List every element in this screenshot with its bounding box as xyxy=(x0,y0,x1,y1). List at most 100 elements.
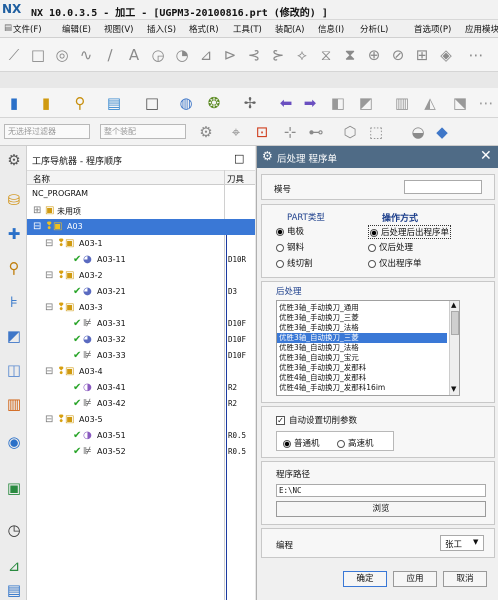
web-tab-icon[interactable]: ◉ xyxy=(4,432,24,452)
browse-button[interactable]: 浏览 xyxy=(276,501,486,517)
post-item[interactable]: 优胜4轴_自动换刀_发那科 xyxy=(279,373,366,383)
post-item[interactable]: 优胜3轴_自动换刀_法格 xyxy=(279,343,359,353)
roles-tab-icon[interactable]: ⊿ xyxy=(4,556,24,576)
menu-view[interactable]: 视图(V) xyxy=(104,23,133,35)
fillet-icon[interactable]: ⊱ xyxy=(268,45,288,65)
more-curve-icon[interactable]: ⋯ xyxy=(466,45,486,65)
assembly-icon[interactable]: ◭ xyxy=(420,93,440,113)
machine-normal[interactable]: 普通机 xyxy=(283,437,320,449)
programmer-select[interactable]: 张工 ▼ xyxy=(440,535,484,551)
scroll-down-icon[interactable]: ▼ xyxy=(451,385,456,393)
spline-icon[interactable]: ∿ xyxy=(76,45,96,65)
tree-row-a03-4[interactable]: ⊟ ❢ ▣ A03-4 xyxy=(27,364,255,380)
tree-row-a03-41[interactable]: ✔ ◑ A03-41 R2 xyxy=(27,380,255,396)
measure-icon[interactable]: ⬔ xyxy=(450,93,470,113)
clock-tab-icon[interactable]: ◷ xyxy=(4,520,24,540)
extend-icon[interactable]: ⊳ xyxy=(220,45,240,65)
auto-cut-checkbox[interactable]: ✓ 自动设置切削参数 xyxy=(276,414,357,426)
text-icon[interactable]: A xyxy=(124,45,144,65)
list-scrollbar[interactable]: ▲ ▼ xyxy=(449,301,459,395)
snap-icon[interactable]: ⚙ xyxy=(196,122,216,142)
path-input[interactable]: E:\NC xyxy=(276,484,486,497)
verify-path-icon[interactable]: ❂ xyxy=(204,93,224,113)
tree-row-a03-42[interactable]: ✔ ⊯ A03-42 R2 xyxy=(27,396,255,412)
library-tab-icon[interactable]: ▥ xyxy=(4,394,24,414)
tree-row-a03-2[interactable]: ⊟ ❢ ▣ A03-2 xyxy=(27,268,255,284)
ok-button[interactable]: 确定 xyxy=(343,571,387,587)
tree-row-a03-3[interactable]: ⊟ ❢ ▣ A03-3 xyxy=(27,300,255,316)
intersect-icon[interactable]: ⧗ xyxy=(340,45,360,65)
mirror-icon[interactable]: ⟡ xyxy=(292,45,312,65)
type-filter-select[interactable]: 无选择过滤器 xyxy=(4,124,90,139)
select-point-icon[interactable]: ⊡ xyxy=(252,122,272,142)
part-type-steel[interactable]: 钢料 xyxy=(276,241,304,253)
sketch-icon[interactable]: ⟋ xyxy=(4,45,24,65)
generate-path-icon[interactable]: ◍ xyxy=(176,93,196,113)
view-icon[interactable]: ◒ xyxy=(408,122,428,142)
transform-icon[interactable]: ✢ xyxy=(240,93,260,113)
collapse-icon[interactable]: ⊟ xyxy=(45,238,53,249)
cancel-button[interactable]: 取消 xyxy=(443,571,487,587)
menu-format[interactable]: 格式(R) xyxy=(189,23,219,35)
create-program-icon[interactable]: ▮ xyxy=(4,93,24,113)
settings-gear-icon[interactable]: ⚙ xyxy=(4,150,24,170)
tree-row-a03-33[interactable]: ✔ ⊯ A03-33 D10F xyxy=(27,348,255,364)
menu-analysis[interactable]: 分析(L) xyxy=(360,23,388,35)
column-name[interactable]: 名称 xyxy=(33,173,50,185)
menu-tools[interactable]: 工具(T) xyxy=(233,23,262,35)
menu-edit[interactable]: 编辑(E) xyxy=(62,23,91,35)
trim-icon[interactable]: ⊿ xyxy=(196,45,216,65)
scope-filter-select[interactable]: 整个装配 xyxy=(100,124,186,139)
solid-icon[interactable]: ◧ xyxy=(328,93,348,113)
post-item[interactable]: 优胜3轴_手动换刀_三菱 xyxy=(279,313,359,323)
collapse-icon[interactable]: ⊟ xyxy=(45,270,53,281)
post-item-selected[interactable]: 优胜3轴_自动换刀_三菱 xyxy=(277,333,447,343)
model-input[interactable] xyxy=(404,180,482,194)
tree-row-a03-21[interactable]: ✔ ◕ A03-21 D3 xyxy=(27,284,255,300)
menu-application[interactable]: 应用模块 xyxy=(465,23,498,35)
expand-icon[interactable]: ⊞ xyxy=(33,205,41,216)
collapse-icon[interactable]: ⊟ xyxy=(45,366,53,377)
hexagon-icon[interactable]: ⬡ xyxy=(340,122,360,142)
tree-row-a03-5[interactable]: ⊟ ❢ ▣ A03-5 xyxy=(27,412,255,428)
tree-row-a03-11[interactable]: ✔ ◕ A03-11 D10R xyxy=(27,252,255,268)
tree-row-a03[interactable]: ⊟ ❢ ▣ A03 xyxy=(27,219,255,235)
join-icon[interactable]: ⊕ xyxy=(364,45,384,65)
post-item[interactable]: 优胜3轴_手动换刀_通用 xyxy=(279,303,359,313)
tree-row-unused[interactable]: ⊞ ▣ 未用项 xyxy=(27,203,255,219)
rectangle-icon[interactable]: □ xyxy=(28,45,48,65)
scroll-thumb[interactable] xyxy=(451,311,459,335)
create-geometry-icon[interactable]: ⚲ xyxy=(70,93,90,113)
scroll-up-icon[interactable]: ▲ xyxy=(451,301,456,309)
offset-icon[interactable]: ◶ xyxy=(148,45,168,65)
menu-assembly[interactable]: 装配(A) xyxy=(275,23,304,35)
divide-icon[interactable]: ⊘ xyxy=(388,45,408,65)
line-icon[interactable]: ∕ xyxy=(100,45,120,65)
tree-row-a03-51[interactable]: ✔ ◑ A03-51 R0.5 xyxy=(27,428,255,444)
menu-info[interactable]: 信息(I) xyxy=(318,23,344,35)
shade-icon[interactable]: ◩ xyxy=(356,93,376,113)
back-arrow-icon[interactable]: ⬅ xyxy=(276,93,296,113)
create-tool-icon[interactable]: ▮ xyxy=(36,93,56,113)
create-operation-icon[interactable]: □ xyxy=(142,93,162,113)
op-sheet-only[interactable]: 仅出程序单 xyxy=(368,257,422,269)
tree-row-a03-31[interactable]: ✔ ⊯ A03-31 D10F xyxy=(27,316,255,332)
layer-icon[interactable]: ▥ xyxy=(392,93,412,113)
box-select-icon[interactable]: ⬚ xyxy=(366,122,386,142)
op-post-only[interactable]: 仅后处理 xyxy=(368,241,413,253)
collapse-icon[interactable]: ⊟ xyxy=(45,414,53,425)
post-item[interactable]: 优胜3轴_手动换刀_法格 xyxy=(279,323,359,333)
collapse-icon[interactable]: ⊟ xyxy=(33,221,41,232)
tree-row-a03-52[interactable]: ✔ ⊯ A03-52 R0.5 xyxy=(27,444,255,460)
menu-file[interactable]: 文件(F) xyxy=(13,23,42,35)
geometry-tab-icon[interactable]: ⚲ xyxy=(4,258,24,278)
post-item[interactable]: 优胜3轴_手动换刀_发那科 xyxy=(279,363,366,373)
circle-icon[interactable]: ◎ xyxy=(52,45,72,65)
forward-arrow-icon[interactable]: ➡ xyxy=(300,93,320,113)
tree-row-nc-program[interactable]: NC_PROGRAM xyxy=(27,186,255,202)
more-tools-icon[interactable]: ⋯ xyxy=(476,93,496,113)
part-type-wirecut[interactable]: 线切割 xyxy=(276,257,313,269)
postprocessor-list[interactable]: 优胜3轴_手动换刀_通用 优胜3轴_手动换刀_三菱 优胜3轴_手动换刀_法格 优… xyxy=(276,300,460,396)
derive-icon[interactable]: ◈ xyxy=(436,45,456,65)
reuse-tab-icon[interactable]: ◫ xyxy=(4,360,24,380)
